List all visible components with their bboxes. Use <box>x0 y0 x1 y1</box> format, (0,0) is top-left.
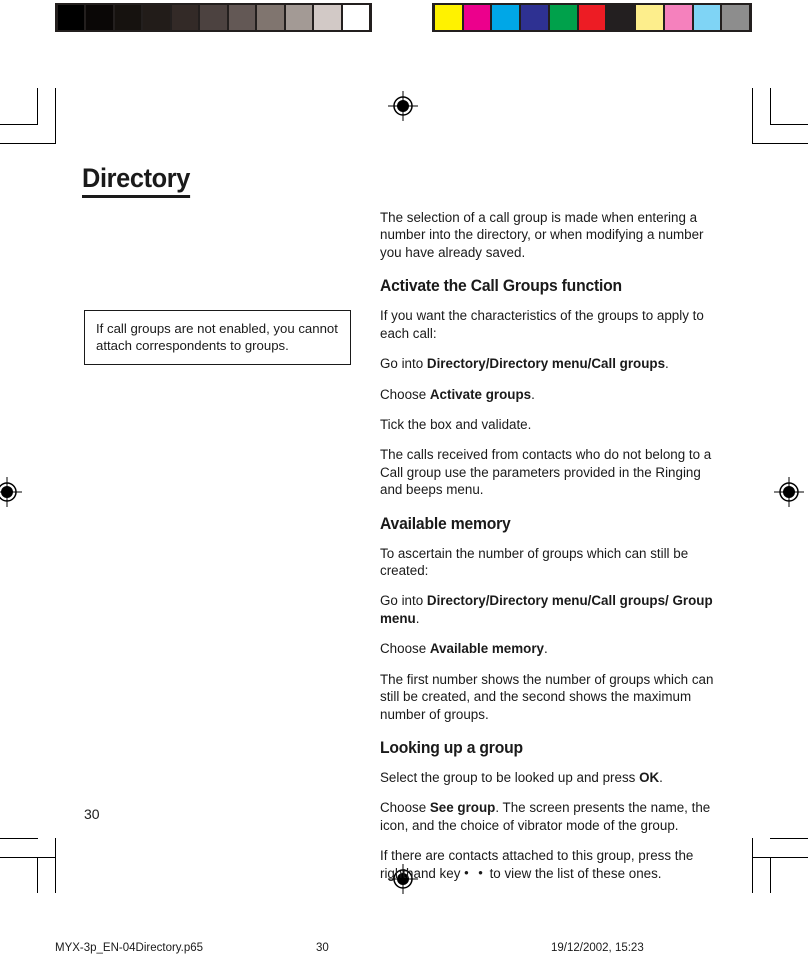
main-text-column: The selection of a call group is made wh… <box>380 209 720 895</box>
paragraph-s1-p5: The calls received from contacts who do … <box>380 447 712 498</box>
paragraph-s3-p1: Select the group to be looked up and pre… <box>380 769 720 786</box>
paragraph-s2-p4: The first number shows the number of gro… <box>380 671 714 722</box>
s1-p3-prefix: Choose <box>380 386 430 402</box>
s2-p2-prefix: Go into <box>380 593 427 609</box>
paragraph-s1-p3: Choose Activate groups. <box>380 386 720 403</box>
s3-p1-suffix: . <box>659 769 663 785</box>
paragraph-s1-p2: Go into Directory/Directory menu/Call gr… <box>380 355 720 372</box>
print-footer: MYX-3p_EN-04Directory.p65 30 19/12/2002,… <box>0 942 808 958</box>
heading-available-memory: Available memory <box>380 514 511 533</box>
page-number: 30 <box>84 806 100 822</box>
s2-p2-suffix: . <box>415 610 420 626</box>
paragraph-s1-p4: Tick the box and validate. <box>380 416 532 432</box>
paragraph-s2-p2: Go into Directory/Directory menu/Call gr… <box>380 592 720 627</box>
s2-p3-menu-item: Available memory <box>429 641 544 657</box>
footer-page-number: 30 <box>316 942 329 954</box>
s1-p2-menu-path: Directory/Directory menu/Call groups <box>426 356 666 372</box>
footer-timestamp: 19/12/2002, 15:23 <box>551 942 644 954</box>
s1-p2-prefix: Go into <box>380 356 427 372</box>
s2-p3-prefix: Choose <box>380 641 430 657</box>
paragraph-intro: The selection of a call group is made wh… <box>380 210 704 260</box>
s3-p3-suffix: to view the list of these ones. <box>485 865 662 881</box>
s3-p1-ok-key: OK <box>639 769 660 785</box>
paragraph-s2-p1: To ascertain the number of groups which … <box>380 545 689 578</box>
s2-p2-menu-path: Directory/Directory menu/Call groups/ Gr… <box>380 593 713 626</box>
heading-activate-call-groups: Activate the Call Groups function <box>380 277 622 296</box>
righthand-key-dots-icon: • • <box>464 864 486 880</box>
page-title: Directory <box>82 163 190 198</box>
footer-filename: MYX-3p_EN-04Directory.p65 <box>55 942 204 954</box>
paragraph-s3-p2: Choose See group. The screen presents th… <box>380 799 720 834</box>
paragraph-s1-p1: If you want the characteristics of the g… <box>380 308 704 341</box>
page-content: Directory If call groups are not enabled… <box>0 0 808 958</box>
note-text: If call groups are not enabled, you cann… <box>96 321 338 354</box>
s3-p2-prefix: Choose <box>380 800 430 816</box>
s2-p3-suffix: . <box>544 641 548 657</box>
paragraph-s2-p3: Choose Available memory. <box>380 640 720 657</box>
s1-p3-suffix: . <box>531 386 535 402</box>
paragraph-s3-p3: If there are contacts attached to this g… <box>380 847 720 882</box>
s1-p3-menu-item: Activate groups <box>429 386 532 402</box>
s3-p2-menu-item: See group <box>429 800 496 816</box>
s1-p2-suffix: . <box>665 356 669 372</box>
note-box: If call groups are not enabled, you cann… <box>84 310 351 366</box>
heading-looking-up-a-group: Looking up a group <box>380 738 523 757</box>
s3-p1-prefix: Select the group to be looked up and pre… <box>380 769 640 785</box>
